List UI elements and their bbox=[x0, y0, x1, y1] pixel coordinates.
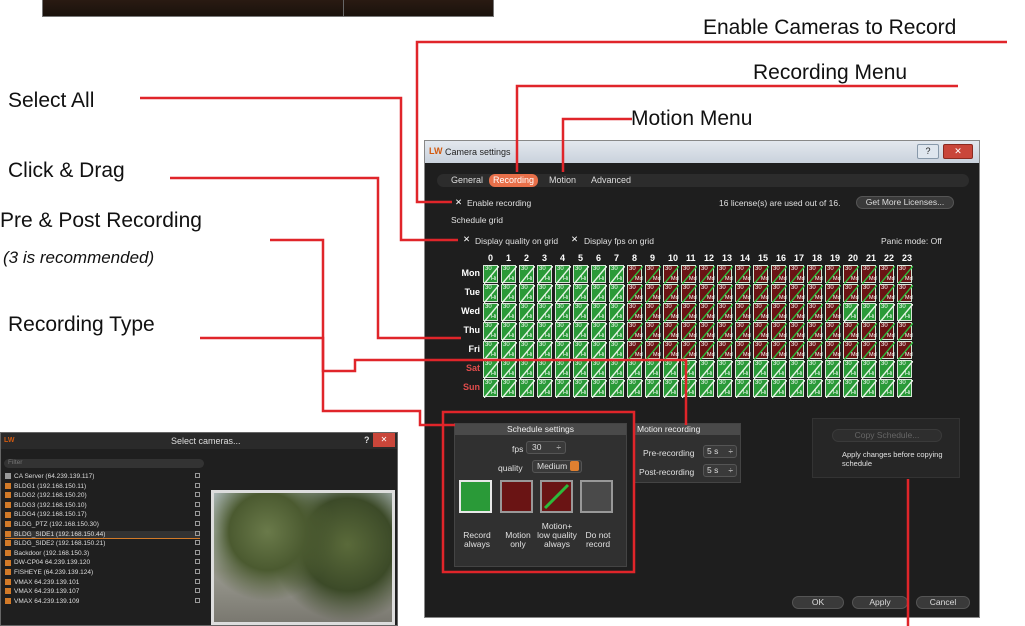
callout-lines bbox=[140, 40, 1007, 626]
